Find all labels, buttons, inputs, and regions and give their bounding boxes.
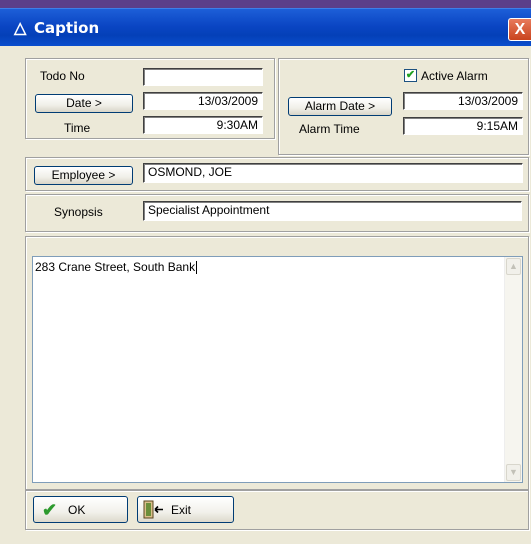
employee-button[interactable]: Employee > xyxy=(34,166,133,185)
window-title: Caption xyxy=(34,19,100,37)
checkmark-icon: ✔ xyxy=(42,500,58,520)
close-button[interactable]: X xyxy=(508,18,531,41)
exit-button[interactable]: Exit xyxy=(137,496,234,523)
time-label: Time xyxy=(64,121,91,135)
active-alarm-label: Active Alarm xyxy=(421,69,488,83)
active-alarm-checkbox[interactable]: ✔ xyxy=(404,69,417,82)
synopsis-field[interactable]: Specialist Appointment xyxy=(143,201,522,221)
window-top-strip xyxy=(0,0,531,8)
notes-scrollbar[interactable]: ▲ ▼ xyxy=(504,257,522,482)
date-field[interactable]: 13/03/2009 xyxy=(143,92,263,110)
ok-button[interactable]: ✔ OK xyxy=(33,496,128,523)
ok-label: OK xyxy=(68,503,86,517)
notes-text: 283 Crane Street, South Bank xyxy=(35,260,198,275)
scroll-up-icon[interactable]: ▲ xyxy=(506,258,521,275)
scroll-down-icon[interactable]: ▼ xyxy=(506,464,521,481)
alarm-time-field[interactable]: 9:15AM xyxy=(403,117,523,135)
triangle-icon: △ xyxy=(14,20,27,37)
alarm-date-button[interactable]: Alarm Date > xyxy=(288,97,392,116)
exit-label: Exit xyxy=(171,503,192,517)
date-button[interactable]: Date > xyxy=(35,94,133,113)
synopsis-label: Synopsis xyxy=(54,205,103,219)
dialog-body: Todo No Date > 13/03/2009 Time 9:30AM ✔ … xyxy=(0,46,531,544)
notes-textarea[interactable]: 283 Crane Street, South Bank ▲ ▼ xyxy=(32,256,523,483)
todo-no-label: Todo No xyxy=(40,69,85,83)
time-field[interactable]: 9:30AM xyxy=(143,116,263,134)
exit-door-icon xyxy=(143,500,163,519)
alarm-date-field[interactable]: 13/03/2009 xyxy=(403,92,523,110)
title-bar[interactable]: △ Caption X xyxy=(0,8,531,47)
todo-no-field[interactable] xyxy=(143,68,263,86)
employee-field[interactable]: OSMOND, JOE xyxy=(143,163,523,183)
alarm-time-label: Alarm Time xyxy=(299,122,360,136)
